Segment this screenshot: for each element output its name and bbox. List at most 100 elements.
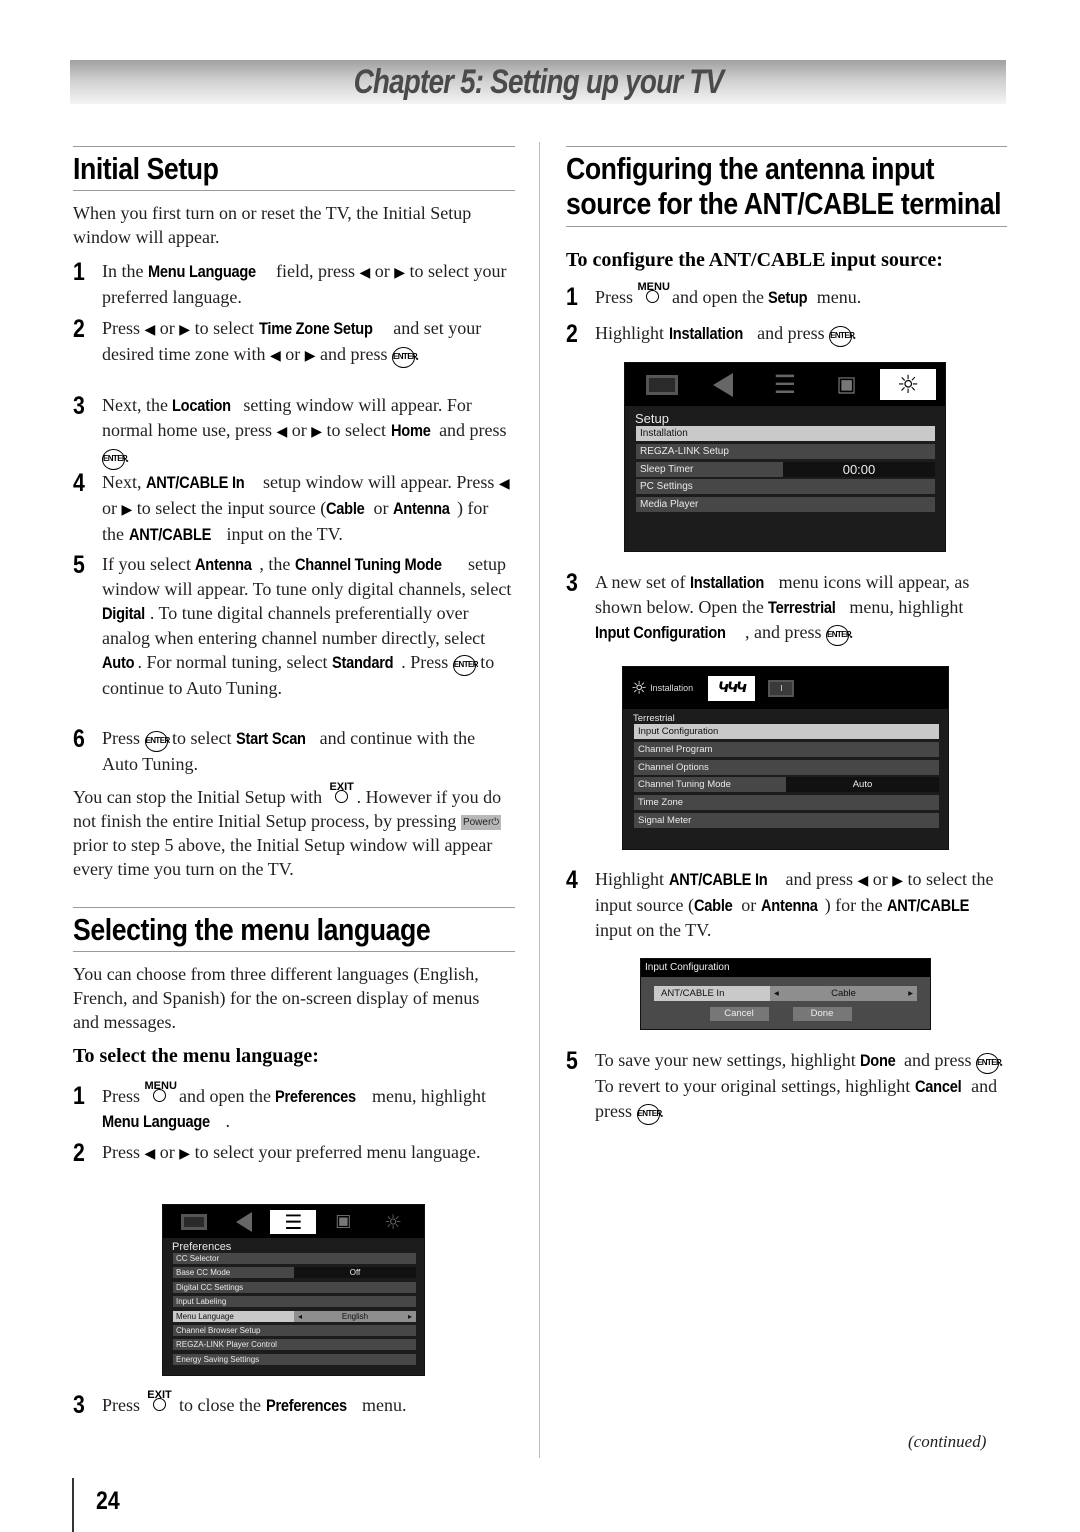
ui-term: Auto bbox=[102, 653, 135, 672]
ui-term: Setup bbox=[768, 288, 808, 307]
preferences-menu-title: Preferences bbox=[172, 1241, 232, 1253]
step-item: 2 Press ◀ or ▶ to select Time Zone Setup … bbox=[73, 316, 513, 368]
menu-row[interactable]: Base CC Mode Off bbox=[173, 1267, 416, 1279]
step-item: 1 In the Menu Language field, press ◀ or … bbox=[73, 259, 513, 309]
left-arrow-icon: ◀ bbox=[857, 873, 869, 889]
menu-row-label: Signal Meter bbox=[638, 814, 692, 826]
menu-row-label: REGZA-LINK Setup bbox=[640, 445, 729, 457]
menu-tab: ☼ bbox=[880, 369, 937, 400]
setup-menu-list: Installation REGZA-LINK Setup Sleep Timer 0… bbox=[625, 426, 945, 513]
section-rule bbox=[73, 146, 515, 147]
setup-menu-screen: ☰ ▣ ☼ Setup Installation REGZA-LINK Setup Sl… bbox=[624, 362, 946, 552]
section-rule bbox=[73, 951, 515, 952]
antenna-heading-line2: source for the ANT/CABLE terminal bbox=[566, 186, 1002, 221]
picture-icon bbox=[180, 1213, 207, 1230]
menu-tab: ▣ bbox=[320, 1210, 366, 1234]
menu-row-label: PC Settings bbox=[640, 481, 693, 493]
ant-cable-in-value[interactable]: ◂ Cable ▸ bbox=[770, 986, 917, 1001]
exit-button-icon: EXIT bbox=[327, 781, 357, 804]
menu-row[interactable]: Installation bbox=[636, 426, 935, 441]
menu-row[interactable]: Channel Tuning Mode Auto bbox=[634, 777, 939, 793]
ui-term: Preferences bbox=[275, 1087, 357, 1106]
ui-term: ANT/CABLE bbox=[128, 525, 211, 544]
step-number: 2 bbox=[73, 1139, 85, 1167]
input-configuration-dialog: Input Configuration ANT/CABLE In ◂ Cable… bbox=[640, 958, 931, 1030]
antenna-heading-line1: Configuring the antenna input bbox=[566, 151, 935, 186]
cancel-button[interactable]: Cancel bbox=[709, 1007, 769, 1021]
menu-row[interactable]: Menu Language ◂ English ▸ bbox=[173, 1310, 416, 1322]
terrestrial-menu-list: Input Configuration Channel Program Channe… bbox=[623, 724, 948, 828]
step-number: 2 bbox=[73, 315, 85, 343]
chapter-header: Chapter 5: Setting up your TV bbox=[70, 60, 1006, 104]
setup-icon: ☼ bbox=[896, 370, 920, 399]
step-item: 6 Press ENTER to select Start Scan and co… bbox=[73, 726, 513, 776]
menu-row[interactable]: Media Player bbox=[636, 497, 935, 513]
step-number: 5 bbox=[73, 551, 85, 579]
installation-label: Installation bbox=[650, 683, 694, 693]
step-item: 2 Highlight Installation and press ENTER. bbox=[566, 321, 1007, 347]
step-item: 2 Press ◀ or ▶ to select your preferred m… bbox=[73, 1140, 513, 1166]
menu-row[interactable]: REGZA-LINK Setup bbox=[636, 443, 935, 459]
menu-row[interactable]: Channel Options bbox=[634, 759, 939, 775]
preferences-icon: ☰ bbox=[773, 370, 797, 399]
menu-row[interactable]: Energy Saving Settings bbox=[173, 1353, 416, 1365]
menu-row[interactable]: PC Settings bbox=[636, 479, 935, 495]
setup-menu-title: Setup bbox=[635, 411, 669, 426]
step-text: Next, the Location setting window will a… bbox=[102, 393, 513, 470]
step-number: 6 bbox=[73, 725, 85, 753]
ui-term: Start Scan bbox=[236, 729, 306, 748]
menu-row[interactable]: Sleep Timer 00:00 bbox=[636, 461, 935, 477]
menu-row[interactable]: REGZA-LINK Player Control bbox=[173, 1339, 416, 1351]
button-circle bbox=[334, 790, 348, 803]
step-number: 3 bbox=[73, 392, 85, 420]
ant-cable-in-row[interactable]: ANT/CABLE In ◂ Cable ▸ bbox=[654, 986, 917, 1001]
enter-button-icon: ENTER bbox=[102, 449, 128, 470]
left-arrow-icon: ◀ bbox=[144, 322, 156, 338]
menu-row-label: Sleep Timer bbox=[640, 463, 694, 475]
right-arrow-icon[interactable]: ▸ bbox=[908, 986, 913, 1001]
menu-row[interactable]: Signal Meter bbox=[634, 812, 939, 828]
menu-row[interactable]: CC Selector bbox=[173, 1253, 416, 1264]
step-text: Press EXIT to close the Preferences menu… bbox=[102, 1389, 513, 1418]
menu-row-label: Channel Browser Setup bbox=[176, 1325, 261, 1335]
menu-row[interactable]: Time Zone bbox=[634, 795, 939, 811]
enter-button-icon: ENTER bbox=[636, 1104, 662, 1125]
step-number: 1 bbox=[73, 1082, 85, 1110]
enter-button-icon: ENTER bbox=[144, 731, 170, 752]
menu-row-label: Media Player bbox=[640, 499, 699, 511]
menu-row[interactable]: Channel Program bbox=[634, 741, 939, 757]
menu-row[interactable]: Digital CC Settings bbox=[173, 1281, 416, 1293]
lock-icon: ▣ bbox=[836, 371, 857, 397]
exit-button-icon: EXIT bbox=[145, 1389, 175, 1412]
step-text: To save your new settings, highlight Don… bbox=[595, 1048, 1007, 1125]
menu-row-label: CC Selector bbox=[176, 1254, 220, 1263]
antenna-icon: ԿԿԿ bbox=[717, 680, 747, 696]
right-arrow-icon[interactable]: ▸ bbox=[408, 1311, 412, 1322]
ui-term: Antenna bbox=[760, 896, 818, 915]
done-button[interactable]: Done bbox=[792, 1007, 852, 1021]
menu-row-value: Off bbox=[294, 1267, 416, 1279]
step-text: A new set of Installation menu icons wil… bbox=[595, 570, 1007, 646]
menu-tab: ☰ bbox=[757, 369, 813, 400]
preferences-menu-screen: ☰ ▣ ☼ Preferences CC Selector Base CC Mode O… bbox=[162, 1204, 425, 1376]
right-arrow-icon: ▶ bbox=[394, 265, 406, 281]
left-arrow-icon[interactable]: ◂ bbox=[774, 986, 779, 1001]
menu-row-label: Input Labeling bbox=[176, 1297, 227, 1307]
menu-row[interactable]: Input Configuration bbox=[634, 724, 939, 739]
ui-term: Input Configuration bbox=[595, 623, 726, 642]
menu-row[interactable]: Channel Browser Setup bbox=[173, 1324, 416, 1336]
menu-row-label: Base CC Mode bbox=[176, 1268, 231, 1278]
step-text: In the Menu Language field, press ◀ or ▶… bbox=[102, 261, 507, 307]
menu-row[interactable]: Input Labeling bbox=[173, 1296, 416, 1308]
menu-row-value[interactable]: ◂ English ▸ bbox=[294, 1310, 416, 1322]
step-number: 4 bbox=[566, 866, 578, 894]
audio-icon bbox=[235, 1211, 252, 1232]
ui-term: ANT/CABLE In bbox=[668, 870, 768, 889]
menu-button-icon: MENU bbox=[638, 281, 670, 304]
left-arrow-icon: ◀ bbox=[269, 348, 281, 364]
ui-term: ANT/CABLE bbox=[887, 896, 970, 915]
left-arrow-icon[interactable]: ◂ bbox=[298, 1311, 302, 1322]
enter-button-icon: ENTER bbox=[825, 625, 852, 646]
terrestrial-menu-title: Terrestrial bbox=[633, 713, 675, 724]
ui-term: Cable bbox=[326, 499, 365, 518]
